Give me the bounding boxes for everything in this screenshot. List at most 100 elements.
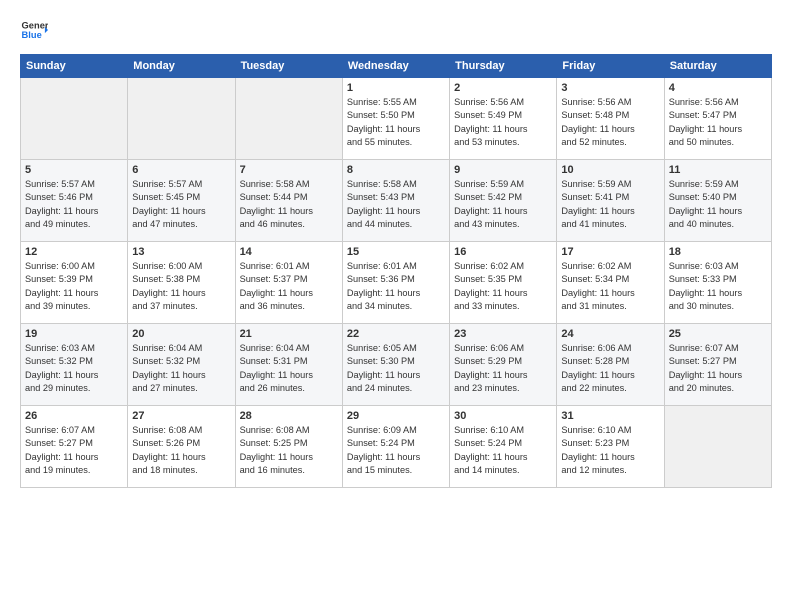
day-info: Sunrise: 6:10 AM Sunset: 5:24 PM Dayligh… bbox=[454, 424, 552, 477]
col-header-saturday: Saturday bbox=[664, 55, 771, 78]
calendar-cell: 13 Sunrise: 6:00 AM Sunset: 5:38 PM Dayli… bbox=[128, 242, 235, 324]
col-header-sunday: Sunday bbox=[21, 55, 128, 78]
day-number: 10 bbox=[561, 164, 659, 176]
day-number: 7 bbox=[240, 164, 338, 176]
day-info: Sunrise: 6:08 AM Sunset: 5:26 PM Dayligh… bbox=[132, 424, 230, 477]
svg-text:Blue: Blue bbox=[22, 30, 42, 40]
day-info: Sunrise: 6:00 AM Sunset: 5:38 PM Dayligh… bbox=[132, 260, 230, 313]
calendar-cell: 26 Sunrise: 6:07 AM Sunset: 5:27 PM Dayli… bbox=[21, 406, 128, 488]
day-info: Sunrise: 5:56 AM Sunset: 5:47 PM Dayligh… bbox=[669, 96, 767, 149]
day-number: 27 bbox=[132, 410, 230, 422]
calendar-cell bbox=[235, 78, 342, 160]
day-info: Sunrise: 6:03 AM Sunset: 5:32 PM Dayligh… bbox=[25, 342, 123, 395]
calendar-cell: 31 Sunrise: 6:10 AM Sunset: 5:23 PM Dayli… bbox=[557, 406, 664, 488]
day-info: Sunrise: 6:07 AM Sunset: 5:27 PM Dayligh… bbox=[669, 342, 767, 395]
calendar-cell: 16 Sunrise: 6:02 AM Sunset: 5:35 PM Dayli… bbox=[450, 242, 557, 324]
day-info: Sunrise: 5:57 AM Sunset: 5:45 PM Dayligh… bbox=[132, 178, 230, 231]
calendar-cell: 10 Sunrise: 5:59 AM Sunset: 5:41 PM Dayli… bbox=[557, 160, 664, 242]
day-info: Sunrise: 6:06 AM Sunset: 5:29 PM Dayligh… bbox=[454, 342, 552, 395]
col-header-thursday: Thursday bbox=[450, 55, 557, 78]
day-info: Sunrise: 6:01 AM Sunset: 5:36 PM Dayligh… bbox=[347, 260, 445, 313]
day-info: Sunrise: 5:55 AM Sunset: 5:50 PM Dayligh… bbox=[347, 96, 445, 149]
day-number: 5 bbox=[25, 164, 123, 176]
day-number: 19 bbox=[25, 328, 123, 340]
day-number: 12 bbox=[25, 246, 123, 258]
logo: General Blue bbox=[20, 16, 48, 44]
col-header-monday: Monday bbox=[128, 55, 235, 78]
day-number: 18 bbox=[669, 246, 767, 258]
day-number: 20 bbox=[132, 328, 230, 340]
svg-text:General: General bbox=[22, 20, 48, 30]
day-info: Sunrise: 5:59 AM Sunset: 5:41 PM Dayligh… bbox=[561, 178, 659, 231]
day-info: Sunrise: 5:58 AM Sunset: 5:43 PM Dayligh… bbox=[347, 178, 445, 231]
calendar-cell: 23 Sunrise: 6:06 AM Sunset: 5:29 PM Dayli… bbox=[450, 324, 557, 406]
calendar-cell bbox=[664, 406, 771, 488]
day-number: 2 bbox=[454, 82, 552, 94]
day-info: Sunrise: 5:59 AM Sunset: 5:40 PM Dayligh… bbox=[669, 178, 767, 231]
day-info: Sunrise: 6:02 AM Sunset: 5:34 PM Dayligh… bbox=[561, 260, 659, 313]
calendar-cell bbox=[21, 78, 128, 160]
col-header-tuesday: Tuesday bbox=[235, 55, 342, 78]
day-number: 13 bbox=[132, 246, 230, 258]
calendar: SundayMondayTuesdayWednesdayThursdayFrid… bbox=[20, 54, 772, 488]
calendar-cell: 24Sunrise: 6:06 AM Sunset: 5:28 PM Dayli… bbox=[557, 324, 664, 406]
day-info: Sunrise: 6:00 AM Sunset: 5:39 PM Dayligh… bbox=[25, 260, 123, 313]
day-info: Sunrise: 6:09 AM Sunset: 5:24 PM Dayligh… bbox=[347, 424, 445, 477]
calendar-cell: 17Sunrise: 6:02 AM Sunset: 5:34 PM Dayli… bbox=[557, 242, 664, 324]
day-number: 9 bbox=[454, 164, 552, 176]
calendar-cell: 29 Sunrise: 6:09 AM Sunset: 5:24 PM Dayli… bbox=[342, 406, 449, 488]
day-info: Sunrise: 5:56 AM Sunset: 5:49 PM Dayligh… bbox=[454, 96, 552, 149]
day-info: Sunrise: 5:57 AM Sunset: 5:46 PM Dayligh… bbox=[25, 178, 123, 231]
day-number: 29 bbox=[347, 410, 445, 422]
day-number: 23 bbox=[454, 328, 552, 340]
day-number: 26 bbox=[25, 410, 123, 422]
day-number: 25 bbox=[669, 328, 767, 340]
calendar-cell: 9 Sunrise: 5:59 AM Sunset: 5:42 PM Daylig… bbox=[450, 160, 557, 242]
page: General Blue SundayMondayTuesdayWednesda… bbox=[0, 0, 792, 612]
calendar-cell: 18 Sunrise: 6:03 AM Sunset: 5:33 PM Dayli… bbox=[664, 242, 771, 324]
col-header-wednesday: Wednesday bbox=[342, 55, 449, 78]
calendar-cell: 1 Sunrise: 5:55 AM Sunset: 5:50 PM Daylig… bbox=[342, 78, 449, 160]
calendar-cell: 15 Sunrise: 6:01 AM Sunset: 5:36 PM Dayli… bbox=[342, 242, 449, 324]
calendar-cell: 12 Sunrise: 6:00 AM Sunset: 5:39 PM Dayli… bbox=[21, 242, 128, 324]
day-info: Sunrise: 6:04 AM Sunset: 5:31 PM Dayligh… bbox=[240, 342, 338, 395]
calendar-cell: 14 Sunrise: 6:01 AM Sunset: 5:37 PM Dayli… bbox=[235, 242, 342, 324]
day-info: Sunrise: 6:10 AM Sunset: 5:23 PM Dayligh… bbox=[561, 424, 659, 477]
calendar-cell: 6 Sunrise: 5:57 AM Sunset: 5:45 PM Daylig… bbox=[128, 160, 235, 242]
day-number: 22 bbox=[347, 328, 445, 340]
calendar-cell: 25 Sunrise: 6:07 AM Sunset: 5:27 PM Dayli… bbox=[664, 324, 771, 406]
day-info: Sunrise: 5:59 AM Sunset: 5:42 PM Dayligh… bbox=[454, 178, 552, 231]
day-number: 31 bbox=[561, 410, 659, 422]
day-number: 21 bbox=[240, 328, 338, 340]
logo-icon: General Blue bbox=[20, 16, 48, 44]
calendar-cell: 2 Sunrise: 5:56 AM Sunset: 5:49 PM Daylig… bbox=[450, 78, 557, 160]
day-number: 16 bbox=[454, 246, 552, 258]
calendar-cell: 22 Sunrise: 6:05 AM Sunset: 5:30 PM Dayli… bbox=[342, 324, 449, 406]
calendar-cell: 3 Sunrise: 5:56 AM Sunset: 5:48 PM Daylig… bbox=[557, 78, 664, 160]
col-header-friday: Friday bbox=[557, 55, 664, 78]
day-info: Sunrise: 5:56 AM Sunset: 5:48 PM Dayligh… bbox=[561, 96, 659, 149]
day-info: Sunrise: 6:01 AM Sunset: 5:37 PM Dayligh… bbox=[240, 260, 338, 313]
day-info: Sunrise: 6:05 AM Sunset: 5:30 PM Dayligh… bbox=[347, 342, 445, 395]
calendar-cell: 4 Sunrise: 5:56 AM Sunset: 5:47 PM Daylig… bbox=[664, 78, 771, 160]
day-info: Sunrise: 5:58 AM Sunset: 5:44 PM Dayligh… bbox=[240, 178, 338, 231]
day-info: Sunrise: 6:08 AM Sunset: 5:25 PM Dayligh… bbox=[240, 424, 338, 477]
day-number: 11 bbox=[669, 164, 767, 176]
day-number: 3 bbox=[561, 82, 659, 94]
calendar-cell: 30 Sunrise: 6:10 AM Sunset: 5:24 PM Dayli… bbox=[450, 406, 557, 488]
day-number: 15 bbox=[347, 246, 445, 258]
calendar-cell: 21 Sunrise: 6:04 AM Sunset: 5:31 PM Dayli… bbox=[235, 324, 342, 406]
calendar-cell: 5 Sunrise: 5:57 AM Sunset: 5:46 PM Daylig… bbox=[21, 160, 128, 242]
calendar-cell: 19 Sunrise: 6:03 AM Sunset: 5:32 PM Dayli… bbox=[21, 324, 128, 406]
day-number: 8 bbox=[347, 164, 445, 176]
day-number: 6 bbox=[132, 164, 230, 176]
calendar-cell: 7 Sunrise: 5:58 AM Sunset: 5:44 PM Daylig… bbox=[235, 160, 342, 242]
day-number: 1 bbox=[347, 82, 445, 94]
day-info: Sunrise: 6:07 AM Sunset: 5:27 PM Dayligh… bbox=[25, 424, 123, 477]
day-number: 14 bbox=[240, 246, 338, 258]
day-info: Sunrise: 6:02 AM Sunset: 5:35 PM Dayligh… bbox=[454, 260, 552, 313]
day-number: 30 bbox=[454, 410, 552, 422]
day-info: Sunrise: 6:03 AM Sunset: 5:33 PM Dayligh… bbox=[669, 260, 767, 313]
day-number: 4 bbox=[669, 82, 767, 94]
calendar-cell bbox=[128, 78, 235, 160]
